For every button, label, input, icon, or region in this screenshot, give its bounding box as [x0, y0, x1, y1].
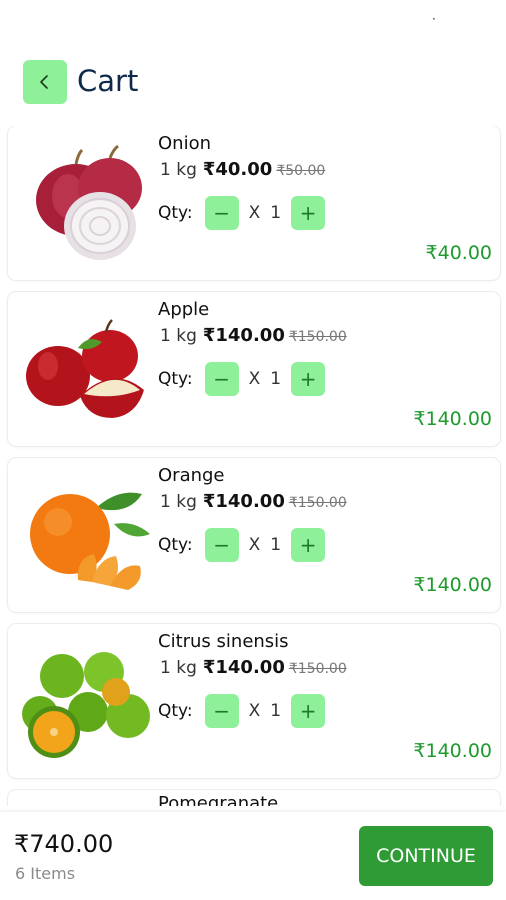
cart-total: ₹740.00 — [14, 830, 114, 858]
cart-item-citrus-sinensis: Citrus sinensis 1 kg ₹140.00 ₹150.00 Qty: … — [8, 624, 500, 778]
price-line: 1 kg ₹40.00 ₹50.00 — [160, 159, 325, 180]
qty-label: Qty: — [158, 535, 193, 555]
back-button[interactable] — [23, 60, 67, 104]
product-name: Apple — [158, 299, 210, 320]
times-label: X — [248, 701, 261, 721]
quantity-stepper: Qty: − X 1 + — [158, 528, 326, 562]
quantity-stepper: Qty: − X 1 + — [158, 362, 326, 396]
status-indicator: · — [432, 12, 436, 26]
times-label: X — [248, 535, 261, 555]
sale-price: ₹140.00 — [202, 325, 285, 346]
qty-label: Qty: — [158, 203, 193, 223]
line-total: ₹140.00 — [413, 574, 492, 596]
decrement-button[interactable]: − — [204, 528, 239, 562]
times-label: X — [248, 203, 261, 223]
original-price: ₹50.00 — [276, 163, 326, 179]
decrement-button[interactable]: − — [204, 694, 239, 728]
product-name: Orange — [158, 465, 225, 486]
quantity-stepper: Qty: − X 1 + — [158, 196, 326, 230]
product-image-apple — [18, 304, 154, 432]
app-header: Cart — [0, 58, 506, 108]
product-image-onion — [18, 138, 154, 266]
unit: 1 kg — [160, 492, 197, 512]
quantity-value: 1 — [270, 203, 282, 223]
original-price: ₹150.00 — [288, 661, 347, 677]
qty-label: Qty: — [158, 369, 193, 389]
page-title: Cart — [77, 64, 139, 98]
sale-price: ₹140.00 — [202, 491, 285, 512]
cart-item-pomegranate: Pomegranate — [8, 790, 500, 806]
quantity-value: 1 — [270, 535, 282, 555]
unit: 1 kg — [160, 658, 197, 678]
items-count: 6 Items — [15, 864, 76, 883]
sale-price: ₹140.00 — [202, 657, 285, 678]
increment-button[interactable]: + — [291, 196, 326, 230]
unit: 1 kg — [160, 326, 197, 346]
price-line: 1 kg ₹140.00 ₹150.00 — [160, 325, 347, 346]
checkout-bar: ₹740.00 6 Items CONTINUE — [0, 812, 506, 900]
price-line: 1 kg ₹140.00 ₹150.00 — [160, 657, 347, 678]
cart-item-onion: Onion 1 kg ₹40.00 ₹50.00 Qty: − X 1 + ₹40.… — [8, 126, 500, 280]
cart-item-apple: Apple 1 kg ₹140.00 ₹150.00 Qty: − X 1 + ₹1… — [8, 292, 500, 446]
increment-button[interactable]: + — [291, 362, 326, 396]
cart-list[interactable]: Onion 1 kg ₹40.00 ₹50.00 Qty: − X 1 + ₹40.… — [0, 126, 506, 806]
quantity-value: 1 — [270, 369, 282, 389]
sale-price: ₹40.00 — [202, 159, 273, 180]
decrement-button[interactable]: − — [204, 196, 239, 230]
product-name: Onion — [158, 133, 211, 154]
continue-button[interactable]: CONTINUE — [359, 826, 493, 886]
original-price: ₹150.00 — [288, 495, 347, 511]
quantity-stepper: Qty: − X 1 + — [158, 694, 326, 728]
increment-button[interactable]: + — [291, 528, 326, 562]
price-line: 1 kg ₹140.00 ₹150.00 — [160, 491, 347, 512]
product-name: Citrus sinensis — [158, 631, 289, 652]
increment-button[interactable]: + — [291, 694, 326, 728]
line-total: ₹40.00 — [425, 242, 492, 264]
line-total: ₹140.00 — [413, 408, 492, 430]
product-image-orange — [18, 470, 154, 598]
product-name: Pomegranate — [158, 793, 279, 806]
cart-item-orange: Orange 1 kg ₹140.00 ₹150.00 Qty: − X 1 + ₹… — [8, 458, 500, 612]
original-price: ₹150.00 — [288, 329, 347, 345]
times-label: X — [248, 369, 261, 389]
line-total: ₹140.00 — [413, 740, 492, 762]
chevron-left-icon — [40, 75, 48, 89]
decrement-button[interactable]: − — [204, 362, 239, 396]
qty-label: Qty: — [158, 701, 193, 721]
quantity-value: 1 — [270, 701, 282, 721]
product-image-citrus — [18, 636, 154, 764]
unit: 1 kg — [160, 160, 197, 180]
